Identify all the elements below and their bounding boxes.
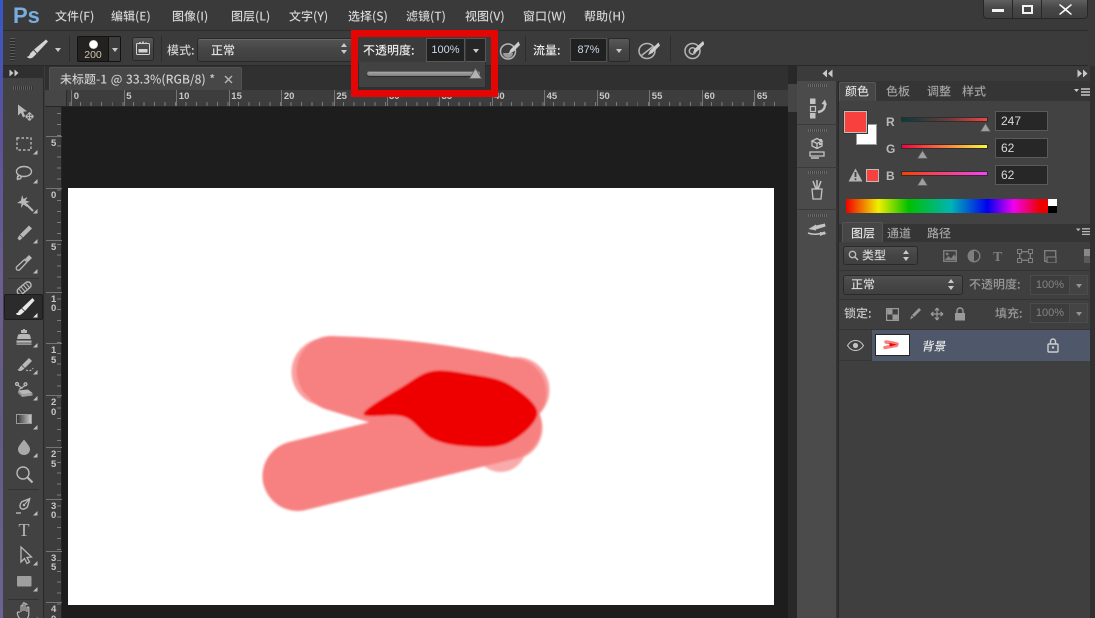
svg-text:T: T xyxy=(19,520,30,540)
svg-text:T: T xyxy=(993,250,1003,263)
